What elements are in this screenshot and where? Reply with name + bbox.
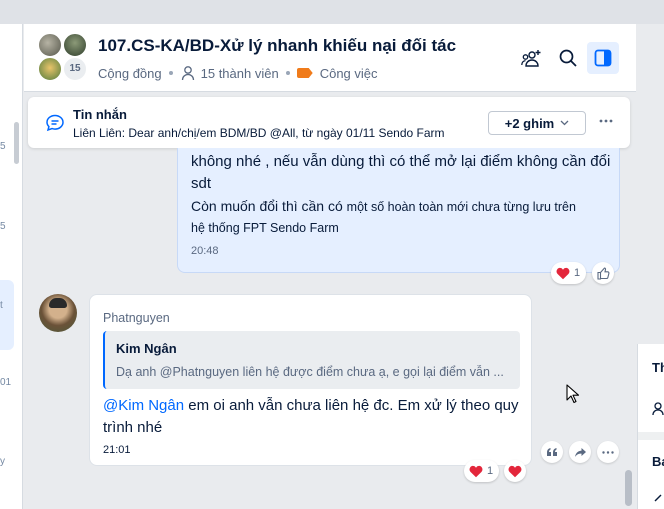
conversation-list-sliver: 5 5 t 01 y [0, 24, 23, 509]
conversation-meta: Cộng đồng 15 thành viên Công việc [98, 65, 378, 81]
conversation-label[interactable]: Công việc [320, 66, 378, 81]
member-avatar [63, 33, 87, 57]
message-icon [45, 113, 65, 133]
list-fragment: 5 [0, 221, 6, 232]
pinned-message-bar[interactable]: Tin nhắn Liên Liên: Dear anh/chị/em BDM/… [28, 97, 630, 148]
group-avatar[interactable]: 15 [38, 33, 90, 83]
quoted-author: Kim Ngân [116, 341, 177, 356]
quoted-text: Dạ anh @Phatnguyen liên hệ được điểm chư… [116, 365, 504, 379]
member-count[interactable]: 15 thành viên [201, 66, 279, 81]
sender-name[interactable]: Phatnguyen [103, 311, 170, 325]
pinned-title: Tin nhắn [73, 107, 127, 122]
message-list-scrollbar[interactable] [625, 470, 632, 506]
list-fragment: t [0, 300, 3, 311]
share-icon [574, 447, 586, 457]
quote-icon [547, 448, 557, 456]
reaction-count: 1 [574, 267, 581, 279]
conversation-list-scrollbar[interactable] [14, 122, 19, 164]
mention-link[interactable]: @Kim Ngân [103, 397, 184, 414]
link-icon[interactable] [652, 492, 664, 506]
search-button[interactable] [552, 42, 584, 74]
more-horizontal-icon [602, 450, 614, 454]
message-text-line: Còn muốn đổi thì cần có một số hoàn toàn… [191, 195, 576, 218]
info-panel-heading: Ba [652, 454, 664, 469]
conversation-type: Cộng đồng [98, 65, 162, 81]
pinned-preview: Liên Liên: Dear anh/chị/em BDM/BD @All, … [73, 126, 445, 140]
member-avatar [38, 57, 62, 81]
person-icon [180, 65, 196, 81]
add-member-button[interactable] [516, 42, 548, 74]
meta-separator [168, 71, 173, 75]
message-text: Còn muốn đổi thì cần có [191, 198, 343, 214]
list-fragment: 5 [0, 141, 6, 152]
label-tag-icon [296, 68, 313, 78]
pinned-options-button[interactable] [596, 109, 616, 133]
reaction-summary[interactable]: 1 [551, 262, 587, 284]
message-time: 21:01 [103, 444, 131, 456]
message-text: không nhé , nếu vẫn dùng thì có thể mở l… [191, 153, 611, 192]
group-add-icon [521, 50, 541, 67]
quoted-message[interactable]: Kim Ngân Dạ anh @Phatnguyen liên hệ được… [103, 331, 520, 389]
incoming-message[interactable]: Phatnguyen Kim Ngân Dạ anh @Phatnguyen l… [89, 294, 532, 466]
list-fragment: 01 [0, 377, 12, 388]
quote-reply-button[interactable] [541, 441, 563, 463]
info-panel-sliver: Th Ba [637, 344, 664, 509]
panel-icon [594, 49, 612, 67]
info-panel-heading: Th [652, 360, 664, 375]
member-count-badge: 15 [63, 57, 87, 81]
panel-divider [638, 432, 664, 440]
outgoing-message[interactable]: không nhé , nếu vẫn dùng thì có thể mở l… [177, 148, 620, 273]
mouse-cursor-icon [566, 384, 580, 404]
chevron-down-icon [560, 120, 569, 126]
heart-icon [469, 465, 483, 477]
forward-button[interactable] [569, 441, 591, 463]
meta-separator [285, 71, 290, 75]
window-top-bar [0, 0, 664, 24]
more-horizontal-icon [599, 119, 613, 123]
reaction-count: 1 [487, 465, 494, 477]
message-list[interactable]: không nhé , nếu vẫn dùng thì có thể mở l… [24, 148, 636, 509]
reaction-summary[interactable]: 1 [464, 460, 500, 482]
search-icon [559, 49, 577, 67]
toggle-info-panel-button[interactable] [587, 42, 619, 74]
react-heart-button[interactable] [504, 460, 526, 482]
message-text: một số hoàn toàn mới chưa từng lưu trên [346, 200, 576, 214]
heart-icon [556, 267, 570, 279]
more-pins-button[interactable]: +2 ghim [488, 111, 586, 135]
message-time: 20:48 [191, 245, 219, 257]
member-avatar [38, 33, 62, 57]
list-fragment: y [0, 456, 5, 467]
selected-conversation-highlight[interactable] [0, 280, 14, 350]
like-button[interactable] [592, 262, 614, 284]
conversation-title[interactable]: 107.CS-KA/BD-Xử lý nhanh khiếu nại đối t… [98, 36, 456, 56]
message-options-button[interactable] [597, 441, 619, 463]
members-icon[interactable] [652, 402, 664, 416]
sender-avatar[interactable] [39, 294, 77, 332]
more-pins-label: +2 ghim [504, 115, 555, 131]
message-text: hệ thống FPT Sendo Farm [191, 221, 339, 235]
message-body: @Kim Ngân em oi anh vẫn chưa liên hệ đc.… [103, 395, 523, 439]
heart-icon [508, 465, 522, 477]
thumbs-up-icon [596, 266, 609, 280]
conversation-header: 15 107.CS-KA/BD-Xử lý nhanh khiếu nại đố… [24, 24, 636, 92]
